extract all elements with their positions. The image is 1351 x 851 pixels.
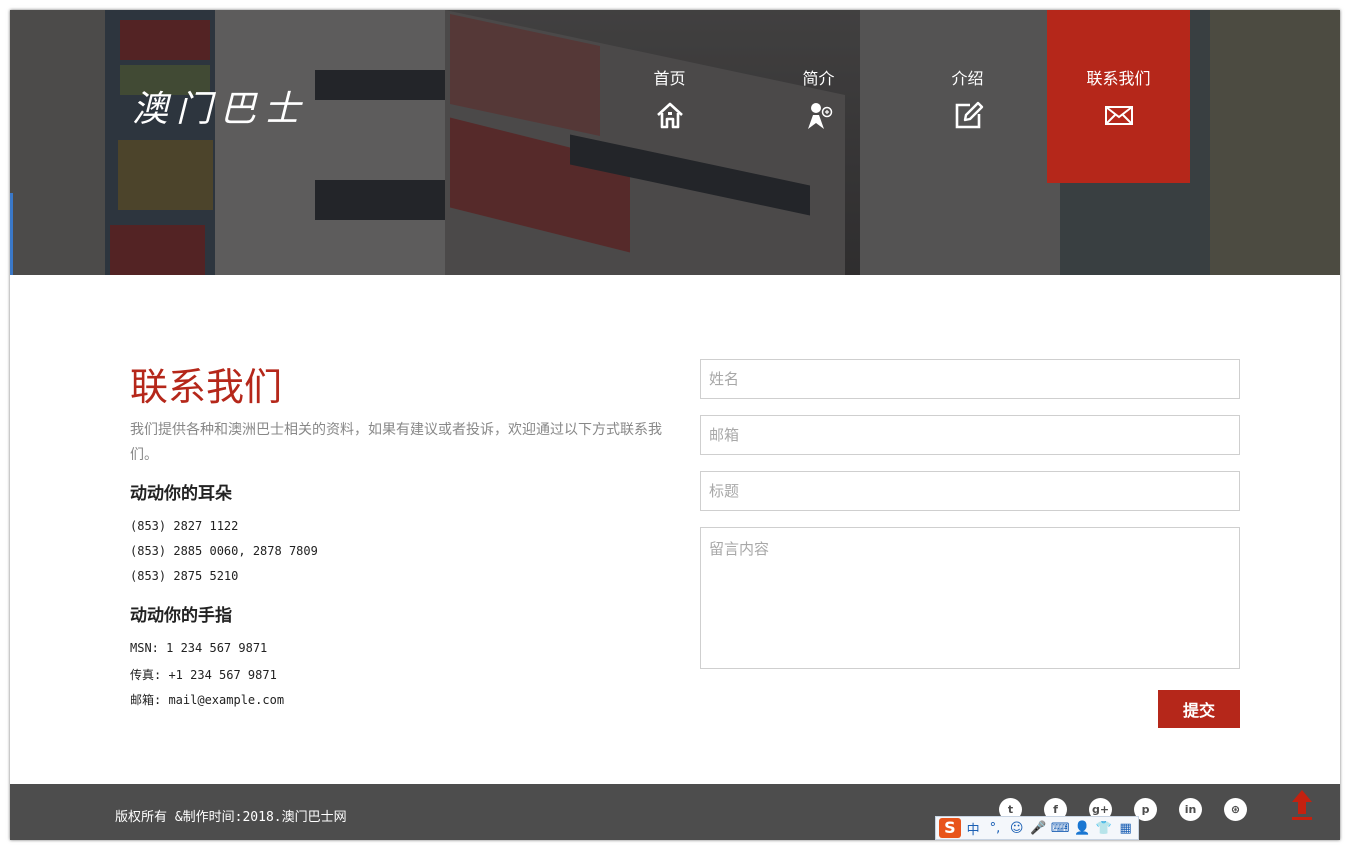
page-frame: 澳门巴士 首页 简介 介绍 联系我们 联系我们 我们提供各种和澳洲巴士相关的资料… [10, 10, 1340, 840]
email-contact: 邮箱: mail@example.com [130, 693, 285, 707]
sogou-logo-icon[interactable]: S [939, 818, 961, 838]
subject-input[interactable] [700, 471, 1240, 511]
copyright-text: 版权所有 &制作时间:2018.澳门巴士网 [115, 810, 347, 825]
name-input[interactable] [700, 359, 1240, 399]
nav-label: 联系我们 [1086, 69, 1151, 88]
ime-mode[interactable]: 中 [964, 819, 983, 838]
dribbble-icon[interactable]: ⊛ [1224, 798, 1247, 821]
edit-icon [955, 101, 983, 129]
home-icon [656, 102, 683, 129]
submit-button[interactable]: 提交 [1158, 690, 1240, 728]
phone-heading: 动动你的耳朵 [130, 484, 232, 504]
left-edge-marker [10, 193, 13, 275]
page-title: 联系我们 [130, 365, 283, 409]
nav-label: 简介 [802, 69, 835, 88]
header-banner: 澳门巴士 首页 简介 介绍 联系我们 [10, 10, 1340, 275]
keyboard-icon[interactable]: ⌨ [1051, 821, 1070, 836]
emoji-icon[interactable]: ☺ [1007, 821, 1026, 836]
nav-label: 首页 [653, 69, 686, 88]
fax-contact: 传真: +1 234 567 9871 [130, 668, 277, 682]
mail-icon [1104, 106, 1133, 125]
phone-number: (853) 2885 0060, 2878 7809 [130, 544, 318, 558]
nav-item-intro[interactable]: 介绍 [896, 10, 1039, 183]
nav-item-home[interactable]: 首页 [598, 10, 741, 183]
phone-number: (853) 2827 1122 [130, 519, 239, 533]
linkedin-icon[interactable]: in [1179, 798, 1202, 821]
online-contact-heading: 动动你的手指 [130, 606, 232, 626]
footer: 版权所有 &制作时间:2018.澳门巴士网 t f g+ p in ⊛ [10, 784, 1340, 840]
punctuation-icon[interactable]: °, [986, 821, 1005, 836]
nav-item-profile[interactable]: 简介 [747, 10, 890, 183]
nav-label: 介绍 [951, 69, 984, 88]
site-logo[interactable]: 澳门巴士 [132, 80, 308, 132]
ime-toolbar[interactable]: S 中 °, ☺ 🎤 ⌨ 👤 👕 ▦ [935, 816, 1139, 840]
nav-item-contact[interactable]: 联系我们 [1047, 10, 1190, 183]
person-icon [807, 103, 832, 129]
email-input[interactable] [700, 415, 1240, 455]
toolbox-icon[interactable]: ▦ [1116, 821, 1135, 836]
microphone-icon[interactable]: 🎤 [1029, 821, 1048, 836]
back-to-top-icon[interactable] [1290, 788, 1314, 822]
intro-text: 我们提供各种和澳洲巴士相关的资料，如果有建议或者投诉，欢迎通过以下方式联系我们。 [130, 422, 662, 463]
user-icon[interactable]: 👤 [1073, 821, 1092, 836]
skin-icon[interactable]: 👕 [1094, 821, 1113, 836]
message-textarea[interactable] [700, 527, 1240, 669]
phone-number: (853) 2875 5210 [130, 569, 239, 583]
msn-contact: MSN: 1 234 567 9871 [130, 641, 268, 655]
